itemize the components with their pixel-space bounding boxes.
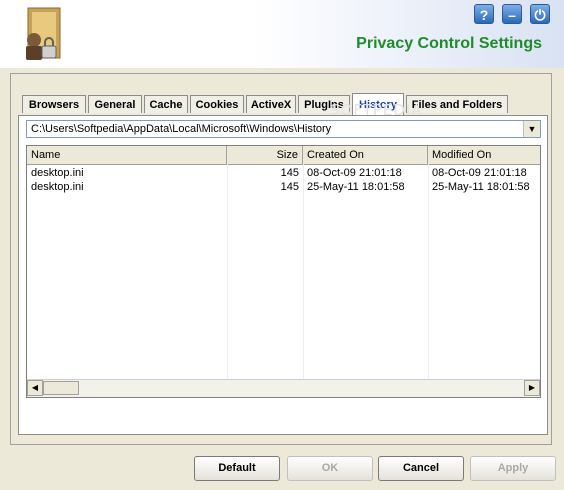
scroll-left-icon[interactable]: ◀ — [27, 380, 43, 396]
cell-size: 145 — [280, 167, 299, 179]
minimize-button[interactable]: – — [502, 4, 522, 24]
ok-button[interactable]: OK — [287, 456, 373, 481]
history-path-value: C:\Users\Softpedia\AppData\Local\Microso… — [31, 123, 332, 135]
tab-cache[interactable]: Cache — [144, 95, 188, 113]
column-header-name[interactable]: Name — [27, 146, 227, 164]
power-button[interactable]: ⏻ — [530, 4, 550, 24]
cell-name: desktop.ini — [31, 181, 84, 193]
default-button[interactable]: Default — [194, 456, 280, 481]
grid-divider — [303, 164, 304, 382]
cell-modified-on: 25-May-11 18:01:58 — [432, 181, 530, 193]
cell-created-on: 25-May-11 18:01:58 — [307, 181, 405, 193]
list-header: Name Size Created On Modified On — [27, 146, 540, 165]
cancel-button[interactable]: Cancel — [378, 456, 464, 481]
tab-browsers[interactable]: Browsers — [22, 95, 86, 113]
horizontal-scrollbar[interactable]: ◀ ▶ — [27, 379, 540, 397]
column-header-size[interactable]: Size — [227, 146, 303, 164]
page-title: Privacy Control Settings — [356, 35, 542, 52]
chevron-down-icon[interactable]: ▼ — [523, 121, 540, 137]
scroll-right-icon[interactable]: ▶ — [524, 380, 540, 396]
column-header-modified-on[interactable]: Modified On — [428, 146, 540, 164]
watermark: SOFTPEDIA — [330, 101, 423, 119]
column-header-created-on[interactable]: Created On — [303, 146, 428, 164]
table-row[interactable]: desktop.ini 145 08-Oct-09 21:01:18 08-Oc… — [27, 166, 540, 180]
app-header: ? – ⏻ Privacy Control Settings — [0, 0, 564, 68]
cell-name: desktop.ini — [31, 167, 84, 179]
cell-size: 145 — [280, 181, 299, 193]
history-file-list[interactable]: Name Size Created On Modified On desktop… — [26, 145, 541, 398]
tab-general[interactable]: General — [88, 95, 142, 113]
cell-created-on: 08-Oct-09 21:01:18 — [307, 167, 402, 179]
help-button[interactable]: ? — [474, 4, 494, 24]
apply-button[interactable]: Apply — [470, 456, 556, 481]
tab-activex[interactable]: ActiveX — [246, 95, 296, 113]
scrollbar-thumb[interactable] — [43, 381, 79, 395]
cell-modified-on: 08-Oct-09 21:01:18 — [432, 167, 527, 179]
table-row[interactable]: desktop.ini 145 25-May-11 18:01:58 25-Ma… — [27, 180, 540, 194]
privacy-folder-lock-icon — [26, 7, 61, 60]
tab-cookies[interactable]: Cookies — [190, 95, 244, 113]
grid-divider — [227, 164, 228, 382]
history-path-select[interactable]: C:\Users\Softpedia\AppData\Local\Microso… — [26, 120, 541, 138]
grid-divider — [428, 164, 429, 382]
